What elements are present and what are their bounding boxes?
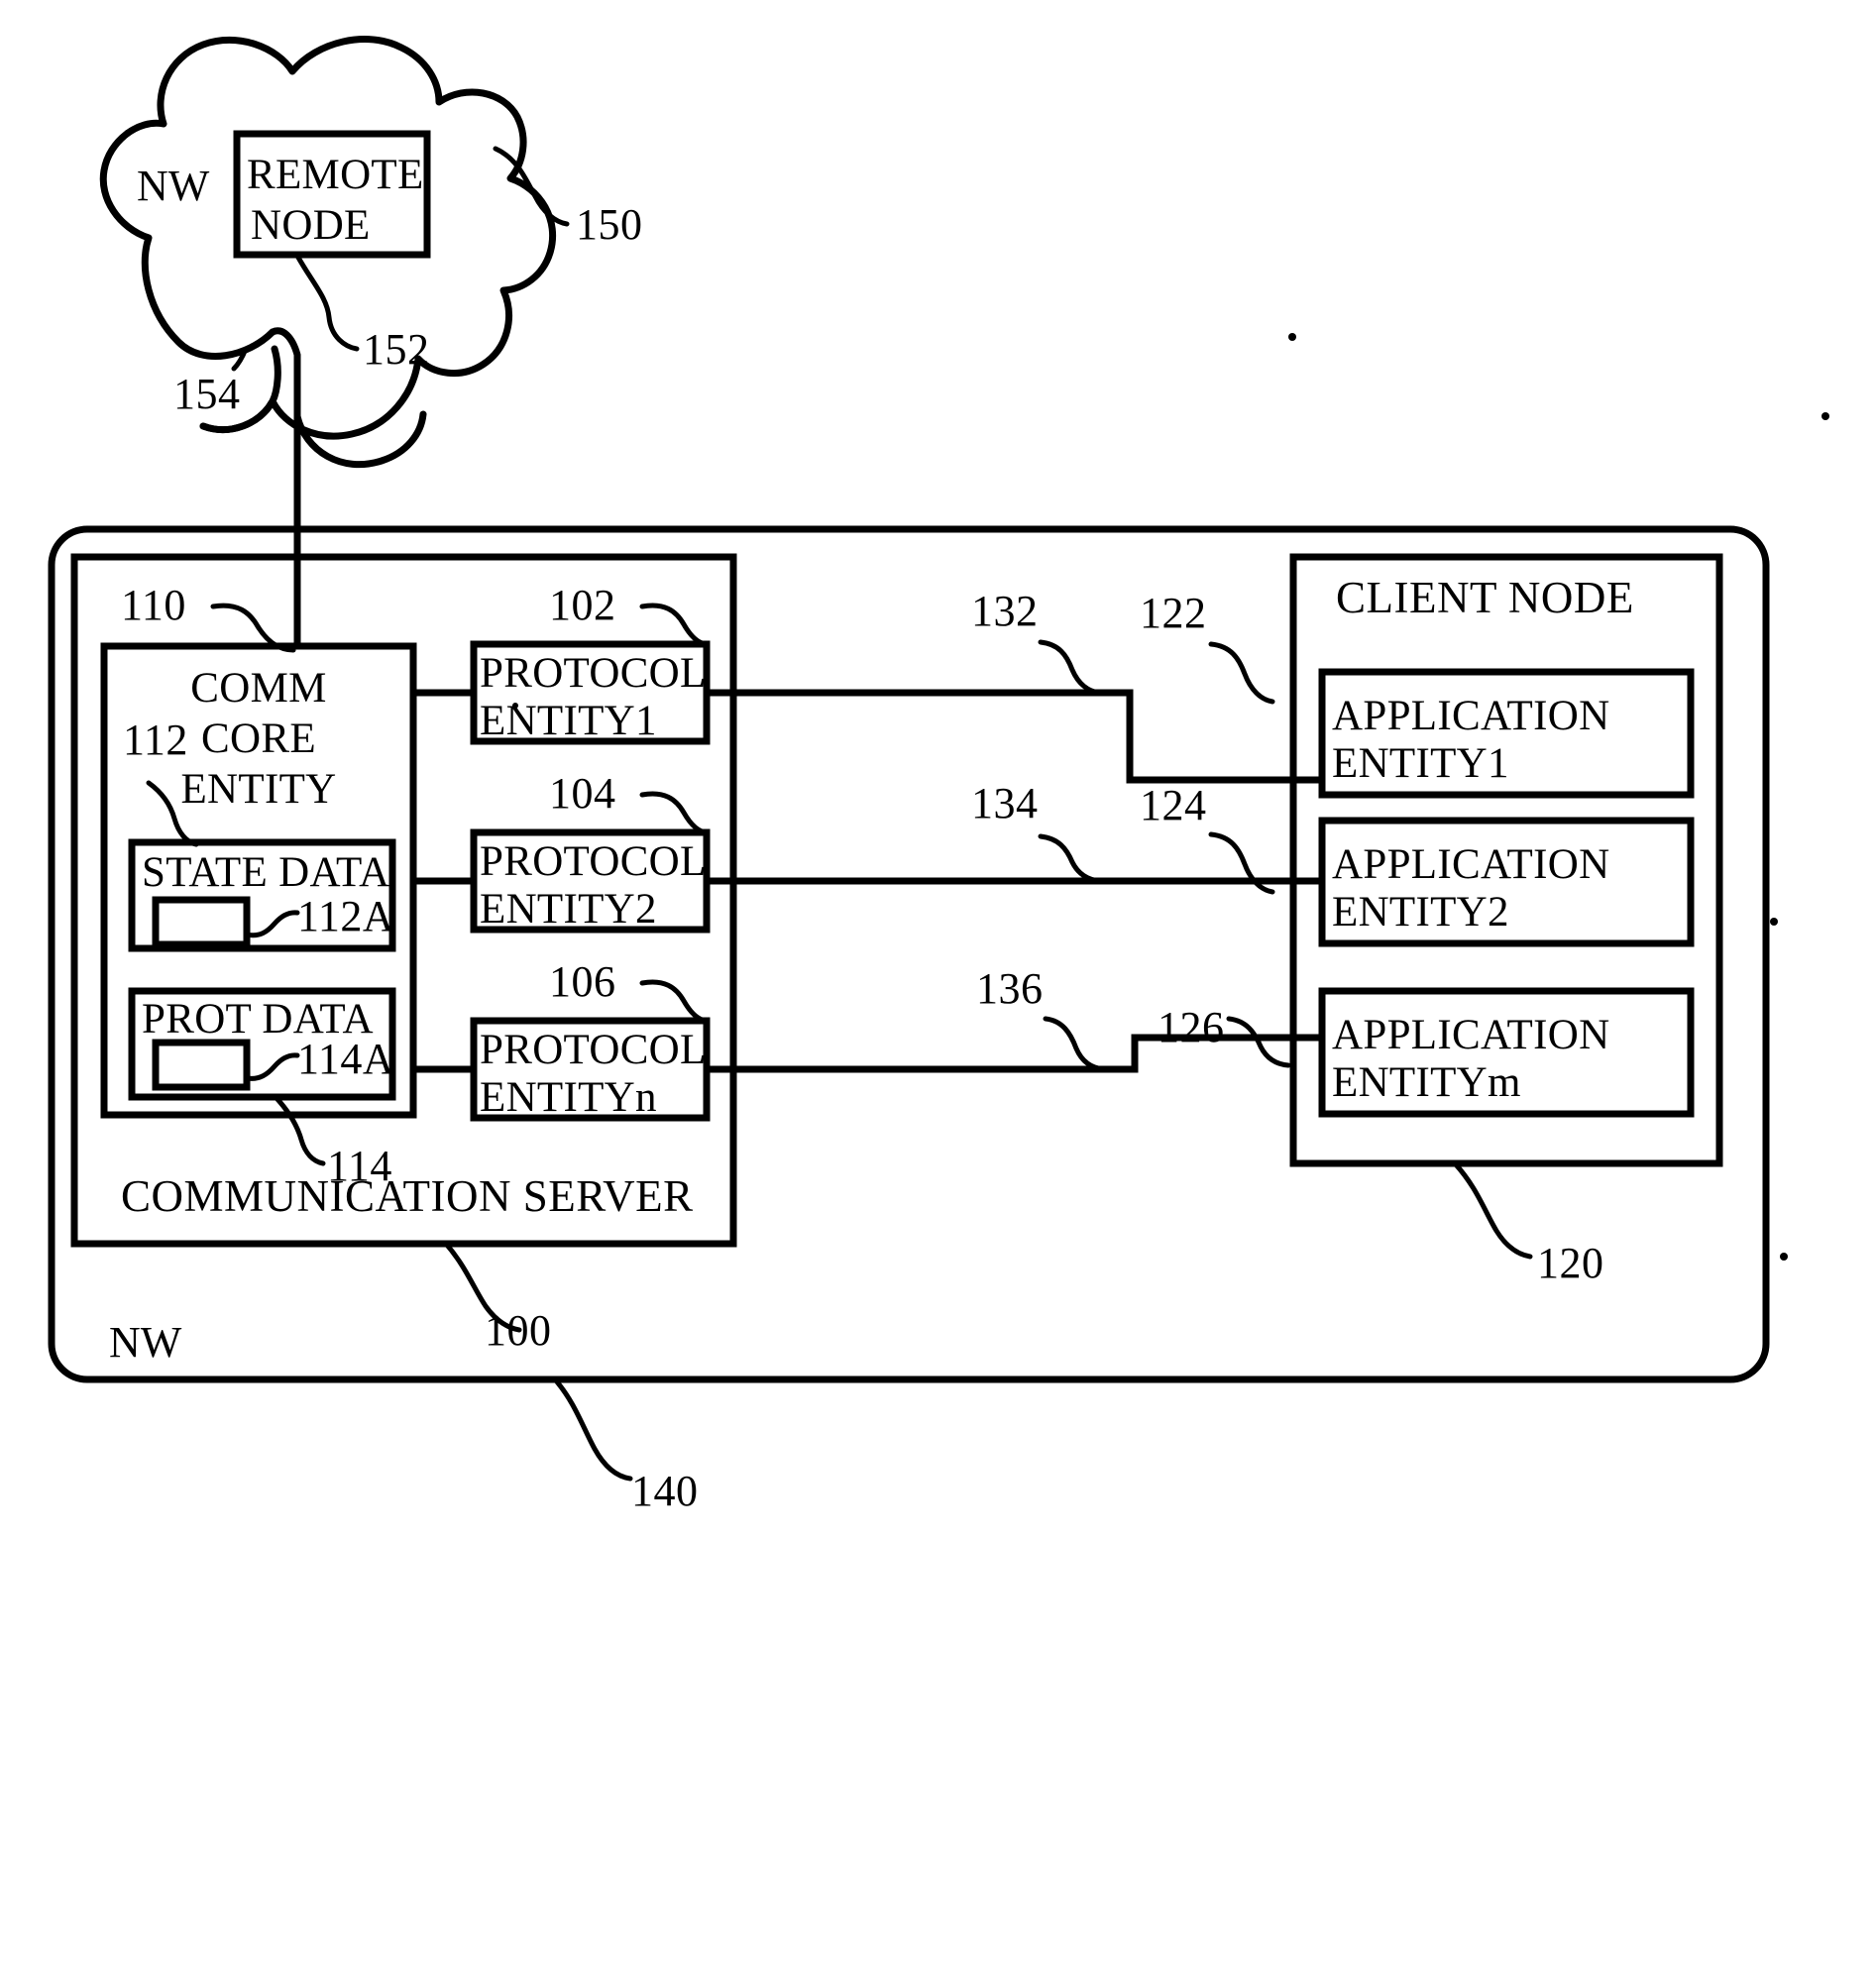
protocol-entity-n-line1: PROTOCOL [480,1027,707,1073]
ref-label-150: 150 [576,200,643,249]
scan-speck-2 [1821,412,1829,420]
ref-label-134: 134 [971,779,1039,827]
application-entity-m-line1: APPLICATION [1332,1012,1610,1058]
remote-node-label-line2: NODE [251,202,371,249]
ref-label-152: 152 [363,325,430,374]
ref-label-136: 136 [976,964,1044,1013]
connection-line-132 [707,689,1322,784]
comm-core-entity-line3: ENTITY [180,766,337,813]
ref-label-122: 122 [1140,589,1207,637]
state-data-inner-block [152,896,251,948]
protocol-entity-1-line2: ENTITY1 [480,698,657,744]
scan-speck-4 [1780,1253,1788,1261]
ref-label-132: 132 [971,587,1039,635]
remote-node-label-line1: REMOTE [247,152,424,198]
protocol-entity-1-line1: PROTOCOL [480,650,707,697]
ref-label-102: 102 [549,581,616,629]
leader-line-114 [273,1094,326,1166]
ref-label-120: 120 [1537,1239,1604,1287]
ref-label-104: 104 [549,769,616,818]
leader-line-114A [244,1052,300,1081]
leader-line-120 [1452,1160,1533,1260]
protocol-entity-n-line2: ENTITYn [480,1074,657,1121]
client-node-title: CLIENT NODE [1336,573,1634,622]
comm-core-entity-line1: COMM [190,665,327,712]
application-entity-m-line2: ENTITYm [1332,1059,1521,1106]
prot-data-inner-block [152,1039,251,1091]
cloud-network-label: NW [137,162,210,210]
scan-speck-1 [1288,333,1296,341]
protocol-entity-2-line1: PROTOCOL [480,838,707,885]
ref-label-100: 100 [485,1306,552,1355]
application-entity-2-line1: APPLICATION [1332,841,1610,888]
leader-line-152 [294,253,360,352]
application-entity-1-line2: ENTITY1 [1332,740,1509,787]
leader-line-102 [639,603,711,647]
leader-line-104 [639,791,711,835]
ref-label-114A: 114A [297,1035,395,1083]
ref-label-112A: 112A [297,892,395,940]
application-entity-2-line2: ENTITY2 [1332,889,1509,935]
state-data-label: STATE DATA [142,849,390,896]
patent-figure-page: NW REMOTE NODE 152 150 154 110 112 COMM … [0,0,1876,1981]
ref-label-124: 124 [1140,781,1207,829]
connection-line-136 [707,1034,1322,1073]
communication-server-title: COMMUNICATION SERVER [121,1171,694,1221]
leader-line-112A [244,910,300,938]
comm-core-entity-line2: CORE [201,715,316,762]
leader-line-134 [1038,833,1103,884]
application-entity-1-line1: APPLICATION [1332,693,1610,739]
ref-label-140: 140 [631,1467,699,1515]
leader-line-132 [1038,639,1103,696]
outer-network-boundary [48,525,1770,1383]
leader-line-136 [1043,1016,1107,1072]
leader-line-140 [552,1376,633,1482]
scan-speck-3 [1770,918,1778,926]
diagram-vector-layer [48,36,1829,1482]
ref-label-154: 154 [173,370,241,418]
ref-label-126: 126 [1158,1003,1225,1051]
ref-label-106: 106 [549,957,616,1006]
protocol-entity-2-line2: ENTITY2 [480,886,657,933]
leader-line-126 [1226,1016,1291,1068]
leader-line-122 [1208,641,1275,705]
outer-network-label: NW [109,1318,182,1367]
leader-line-150 [493,146,570,227]
leader-line-106 [639,979,711,1024]
ref-label-110: 110 [121,581,186,629]
